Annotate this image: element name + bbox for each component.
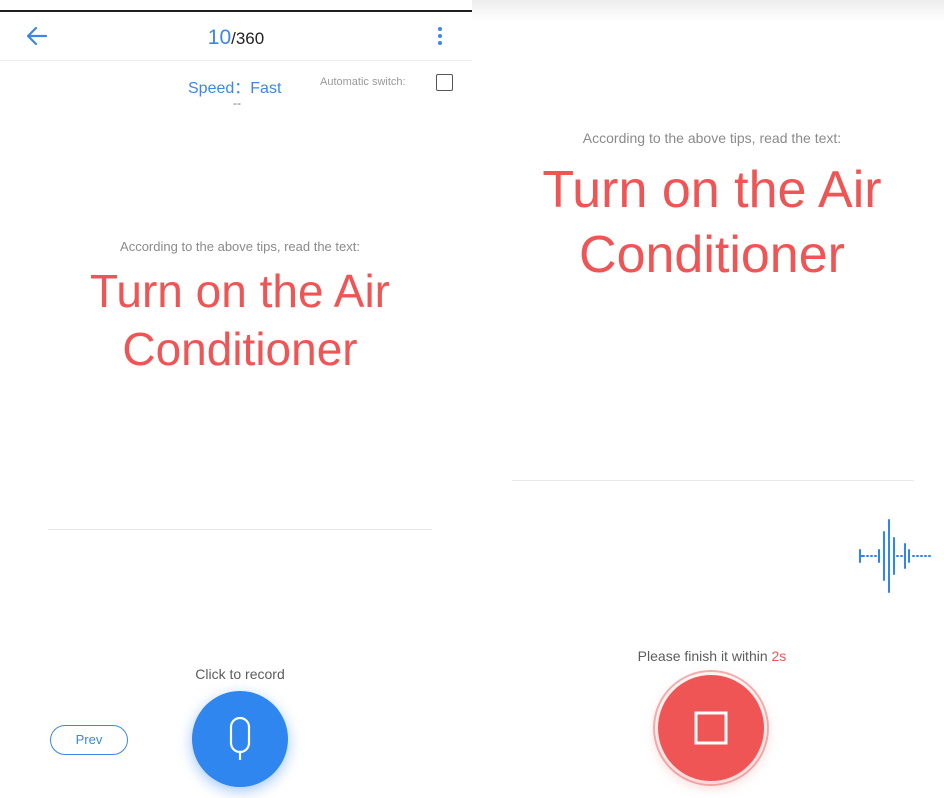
phrase-line-1: Turn on the Air xyxy=(542,161,882,219)
speed-selector[interactable]: Speed：Fast xyxy=(188,74,281,98)
finish-timer-text: Please finish it within 2s xyxy=(472,648,944,664)
microphone-icon xyxy=(229,716,251,760)
audio-waveform-icon xyxy=(859,519,931,593)
stop-icon xyxy=(694,711,728,745)
phrase-line-2: Conditioner xyxy=(579,226,845,284)
tip-placeholder: -- xyxy=(233,96,241,110)
current-index: 10 xyxy=(207,26,232,49)
phrase-line-2: Conditioner xyxy=(122,322,358,375)
prev-button[interactable]: Prev xyxy=(50,725,128,755)
phrase-line-1: Turn on the Air xyxy=(89,265,390,317)
divider xyxy=(48,529,432,530)
total-count: /360 xyxy=(231,29,265,48)
finish-seconds: 2s xyxy=(771,648,787,664)
instruction-text: According to the above tips, read the te… xyxy=(582,130,842,146)
right-screen: According to the above tips, read the te… xyxy=(472,0,944,798)
finish-prefix: Please finish it within xyxy=(637,648,772,664)
record-hint: Click to record xyxy=(195,666,285,682)
instruction-text: According to the above tips, read the te… xyxy=(120,239,360,254)
left-screen: 10/360 Speed：Fast Automatic switch: -- A… xyxy=(0,0,472,798)
stop-button[interactable] xyxy=(658,675,764,781)
more-vertical-icon[interactable] xyxy=(432,26,448,46)
target-phrase: Turn on the Air Conditioner xyxy=(472,158,944,288)
header-bar: 10/360 xyxy=(0,12,472,61)
divider xyxy=(512,480,914,481)
top-shadow xyxy=(472,0,944,22)
progress-counter: 10/360 xyxy=(0,26,472,50)
record-button[interactable] xyxy=(192,691,288,787)
target-phrase: Turn on the Air Conditioner xyxy=(0,263,472,378)
auto-switch-label: Automatic switch: xyxy=(320,76,406,88)
auto-switch-checkbox[interactable] xyxy=(436,74,453,91)
